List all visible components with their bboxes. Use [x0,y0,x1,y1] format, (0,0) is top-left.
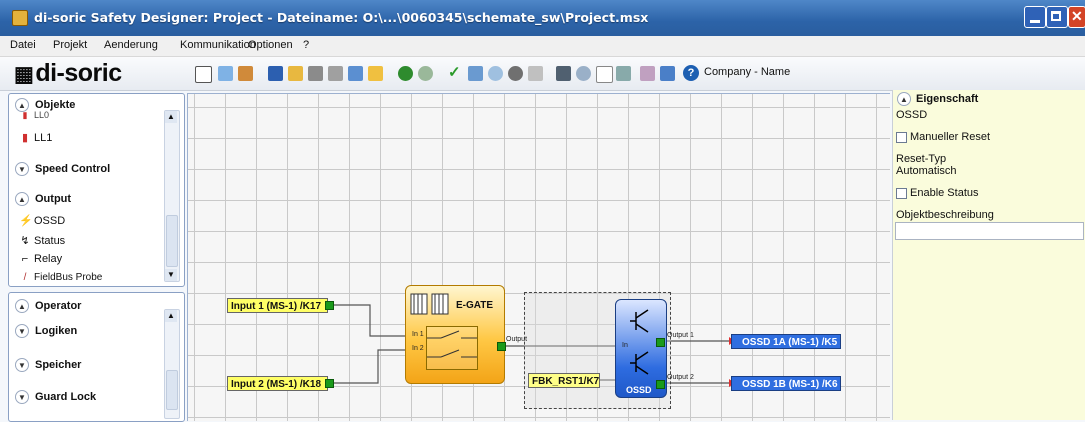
gate-icon [410,293,449,315]
transistor-icon [630,309,649,375]
enable-status-checkbox[interactable] [896,187,907,199]
ossd-output1-pin[interactable] [656,338,665,347]
manual-reset-option[interactable]: Manueller Reset [896,131,990,143]
selected-object-name: OSSD [896,109,928,121]
gate-in1-label: In 1 [412,331,424,338]
ossd-output2-label: Output 2 [667,374,694,381]
input-node-2[interactable]: Input 2 (MS-1) /K18 [227,376,328,391]
wire-input1 [334,304,405,337]
reset-type-value[interactable]: Automatisch [896,165,957,177]
properties-header[interactable]: ▲ Eigenschaft [897,92,978,106]
ossd-output1-label: Output 1 [667,332,694,339]
output-pin[interactable] [325,301,334,310]
description-label: Objektbeschreibung [896,209,994,221]
gate-output-pin[interactable] [497,342,506,351]
output-node-1b[interactable]: OSSD 1B (MS-1) /K6 [731,376,841,391]
output-node-1a[interactable]: OSSD 1A (MS-1) /K5 [731,334,841,349]
ossd-in-label: In [622,342,628,349]
output-pin[interactable] [325,379,334,388]
gate-title: E-GATE [456,300,494,311]
chevron-up-icon: ▲ [897,92,911,106]
gate-in2-label: In 2 [412,345,424,352]
wire-input2 [334,349,405,384]
ossd-output2-pin[interactable] [656,380,665,389]
gate-output-label: Output [506,336,528,343]
gate-symbol [426,326,478,370]
description-input[interactable] [895,222,1084,240]
properties-panel: ▲ Eigenschaft OSSD Manueller Reset Reset-… [892,90,1085,420]
ossd-title: OSSD [626,385,652,395]
input-node-1[interactable]: Input 1 (MS-1) /K17 [227,298,328,313]
enable-status-option[interactable]: Enable Status [896,187,979,199]
reset-type-label: Reset-Typ [896,153,947,165]
fbk-node[interactable]: FBK_RST1/K7 [528,373,600,388]
manual-reset-checkbox[interactable] [896,131,907,143]
